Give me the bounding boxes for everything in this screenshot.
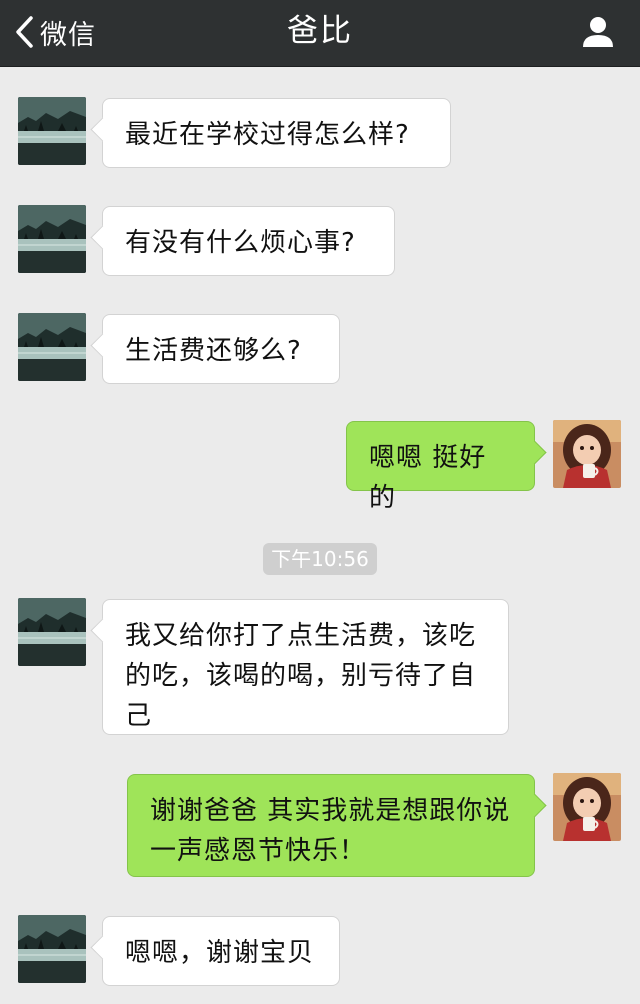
outgoing-message[interactable]: 谢谢爸爸 其实我就是想跟你说一声感恩节快乐！ — [127, 774, 547, 877]
message-text: 生活费还够么? — [125, 336, 302, 366]
message-text: 最近在学校过得怎么样? — [125, 120, 410, 150]
bubble-tail — [90, 225, 115, 250]
bubble-tail — [90, 618, 115, 643]
message-text: 嗯嗯 挺好的 — [369, 443, 487, 513]
bubble-tail — [90, 117, 115, 142]
incoming-message[interactable]: 我又给你打了点生活费，该吃的吃，该喝的喝，别亏待了自己 — [90, 599, 509, 735]
incoming-message[interactable]: 最近在学校过得怎么样? — [90, 98, 451, 168]
chat-title: 爸比 — [287, 13, 353, 49]
my-avatar[interactable] — [553, 420, 621, 488]
incoming-message[interactable]: 嗯嗯，谢谢宝贝 — [90, 916, 340, 986]
dad-avatar[interactable] — [18, 313, 86, 381]
message-text: 嗯嗯，谢谢宝贝 — [125, 938, 315, 968]
incoming-message[interactable]: 生活费还够么? — [90, 314, 340, 384]
incoming-message[interactable]: 有没有什么烦心事? — [90, 206, 395, 276]
timestamp-badge: 下午10:56 — [263, 543, 377, 575]
bubble-tail — [90, 935, 115, 960]
bubble-tail — [522, 793, 547, 818]
navigation-bar: 微信 爸比 — [0, 0, 640, 66]
dad-avatar[interactable] — [18, 97, 86, 165]
dad-avatar[interactable] — [18, 205, 86, 273]
profile-button[interactable] — [580, 14, 616, 50]
bubble-tail — [90, 333, 115, 358]
dad-avatar[interactable] — [18, 598, 86, 666]
message-text: 谢谢爸爸 其实我就是想跟你说一声感恩节快乐！ — [150, 796, 511, 866]
my-avatar[interactable] — [553, 773, 621, 841]
dad-avatar[interactable] — [18, 915, 86, 983]
bubble-tail — [522, 440, 547, 465]
user-icon — [580, 14, 616, 50]
message-text: 我又给你打了点生活费，该吃的吃，该喝的喝，别亏待了自己 — [125, 621, 477, 731]
outgoing-message[interactable]: 嗯嗯 挺好的 — [346, 421, 547, 513]
message-text: 有没有什么烦心事? — [125, 228, 356, 258]
